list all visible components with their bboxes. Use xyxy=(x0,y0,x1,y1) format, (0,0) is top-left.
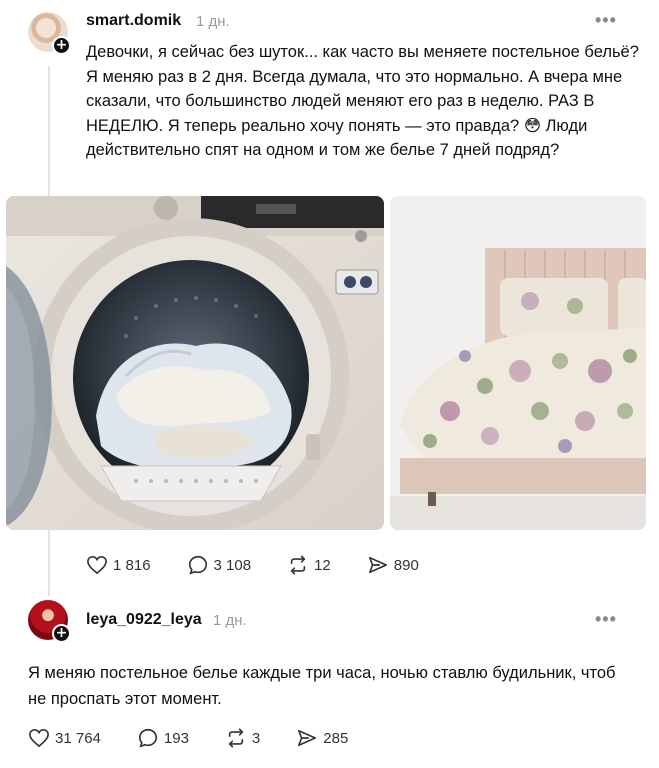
repost-arrows-icon xyxy=(228,728,244,748)
bed-illustration xyxy=(390,196,646,530)
reply-time: 1 дн. xyxy=(213,612,247,629)
like-count: 31 764 xyxy=(55,729,101,747)
washing-machine-image[interactable] xyxy=(6,196,384,530)
avatar[interactable]: + xyxy=(28,600,71,643)
reply-count: 193 xyxy=(163,729,189,747)
share-button[interactable]: 285 xyxy=(296,728,348,748)
like-button[interactable]: 31 764 xyxy=(28,728,101,748)
plus-icon[interactable]: + xyxy=(52,36,71,55)
repost-count: 12 xyxy=(314,556,331,574)
post-text: Девочки, я сейчас без шуток... как часто… xyxy=(86,43,639,159)
post-username[interactable]: smart.domik xyxy=(86,12,181,30)
repost-arrows-icon xyxy=(290,555,306,575)
more-options-icon[interactable]: ••• xyxy=(595,609,617,630)
more-options-icon[interactable]: ••• xyxy=(595,10,617,31)
repost-button[interactable]: 3 xyxy=(225,728,260,748)
repost-button[interactable]: 12 xyxy=(287,555,331,575)
share-count: 285 xyxy=(323,729,349,747)
reply-button[interactable]: 3 108 xyxy=(187,554,252,576)
send-icon xyxy=(298,729,317,747)
reply-button[interactable]: 193 xyxy=(137,727,189,749)
reply-actions: 31 764 193 3 285 xyxy=(28,727,384,749)
repost-count: 3 xyxy=(251,729,261,747)
washing-machine-illustration xyxy=(6,196,384,530)
send-icon xyxy=(368,556,387,574)
heart-icon xyxy=(87,555,107,575)
post-time: 1 дн. xyxy=(196,13,230,30)
reply-text: Я меняю постельное белье каждые три часа… xyxy=(28,664,616,708)
plus-icon[interactable]: + xyxy=(52,624,71,643)
reply-username[interactable]: leya_0922_leya xyxy=(86,611,202,629)
speech-bubble-icon xyxy=(188,555,207,575)
bed-image[interactable] xyxy=(390,196,646,530)
share-count: 890 xyxy=(393,556,419,574)
reply-count: 3 108 xyxy=(213,556,252,574)
post-actions: 1 816 3 108 12 890 xyxy=(86,554,455,576)
share-button[interactable]: 890 xyxy=(367,555,419,575)
like-button[interactable]: 1 816 xyxy=(86,555,151,575)
like-count: 1 816 xyxy=(113,556,151,574)
speech-bubble-icon xyxy=(138,728,157,748)
avatar[interactable]: + xyxy=(28,12,71,55)
heart-icon xyxy=(29,728,49,748)
